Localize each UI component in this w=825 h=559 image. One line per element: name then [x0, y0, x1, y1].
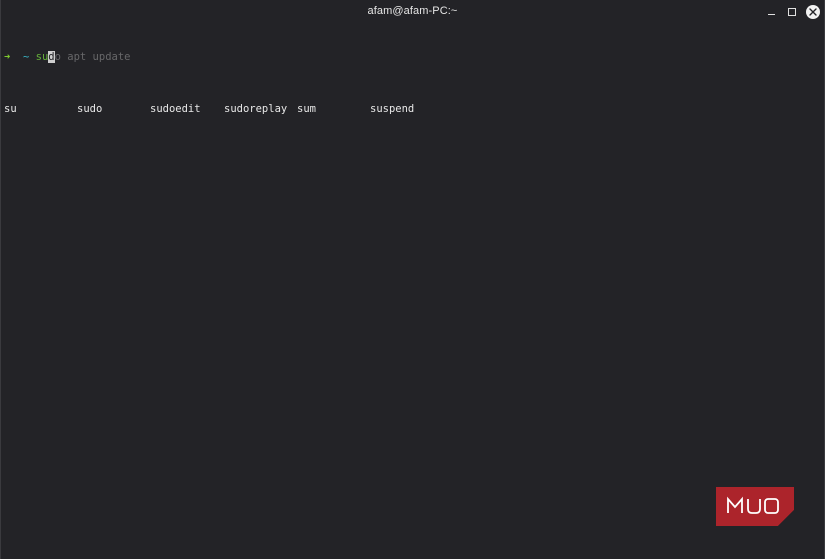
terminal-content[interactable]: ➜ ~ sudo apt update su sudo sudoedit sud…	[4, 25, 824, 142]
minimize-button[interactable]	[763, 4, 779, 20]
completion-item[interactable]: su	[4, 103, 17, 116]
completion-item[interactable]: suspend	[370, 103, 414, 116]
completion-list: su sudo sudoedit sudoreplay sum suspend	[4, 103, 824, 116]
prompt-arrow-icon: ➜	[4, 51, 11, 63]
prompt-line: ➜ ~ sudo apt update	[4, 51, 824, 64]
completion-item[interactable]: sudoedit	[150, 103, 201, 116]
autosuggestion-text: o apt update	[54, 51, 131, 63]
scrollbar[interactable]	[820, 26, 823, 556]
completion-item[interactable]: sum	[297, 103, 316, 116]
title-bar[interactable]: afam@afam-PC:~	[1, 0, 824, 24]
close-icon	[806, 5, 820, 19]
maximize-icon	[788, 8, 796, 16]
window-title: afam@afam-PC:~	[367, 5, 458, 17]
minimize-icon	[767, 14, 775, 15]
terminal-window: afam@afam-PC:~ ➜ ~ sudo apt update su su…	[0, 0, 825, 559]
completion-item[interactable]: sudo	[77, 103, 102, 116]
prompt-cwd: ~	[22, 51, 30, 63]
completion-item[interactable]: sudoreplay	[224, 103, 287, 116]
maximize-button[interactable]	[784, 4, 800, 20]
muo-watermark-logo	[716, 487, 794, 526]
typed-command: su	[35, 51, 49, 63]
close-button[interactable]	[805, 4, 821, 20]
